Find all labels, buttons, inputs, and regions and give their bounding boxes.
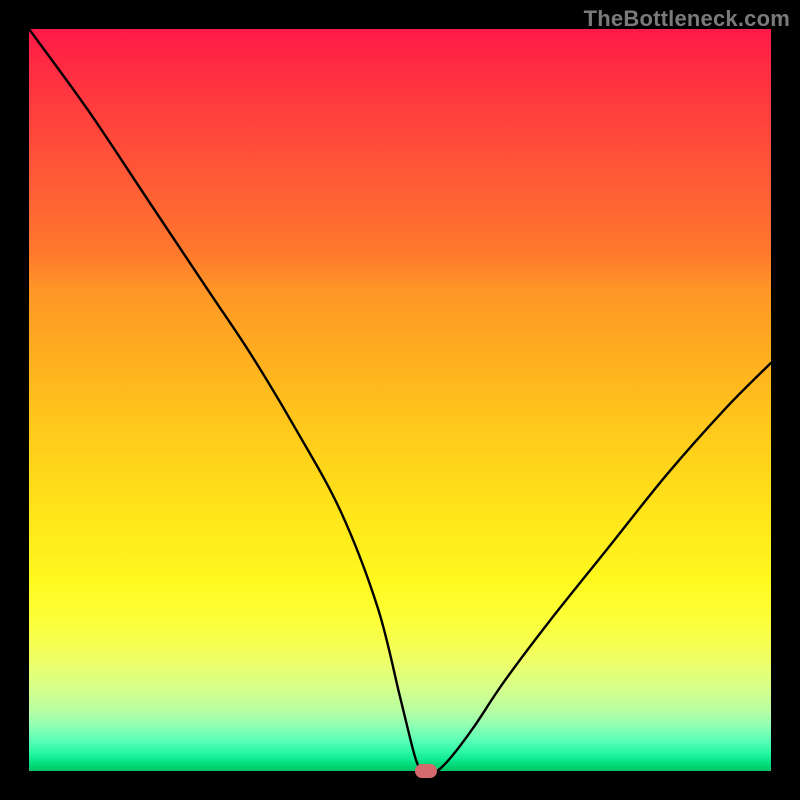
chart-frame: TheBottleneck.com bbox=[0, 0, 800, 800]
optimal-point-marker bbox=[415, 764, 437, 778]
bottleneck-curve bbox=[29, 29, 771, 771]
plot-area bbox=[29, 29, 771, 771]
